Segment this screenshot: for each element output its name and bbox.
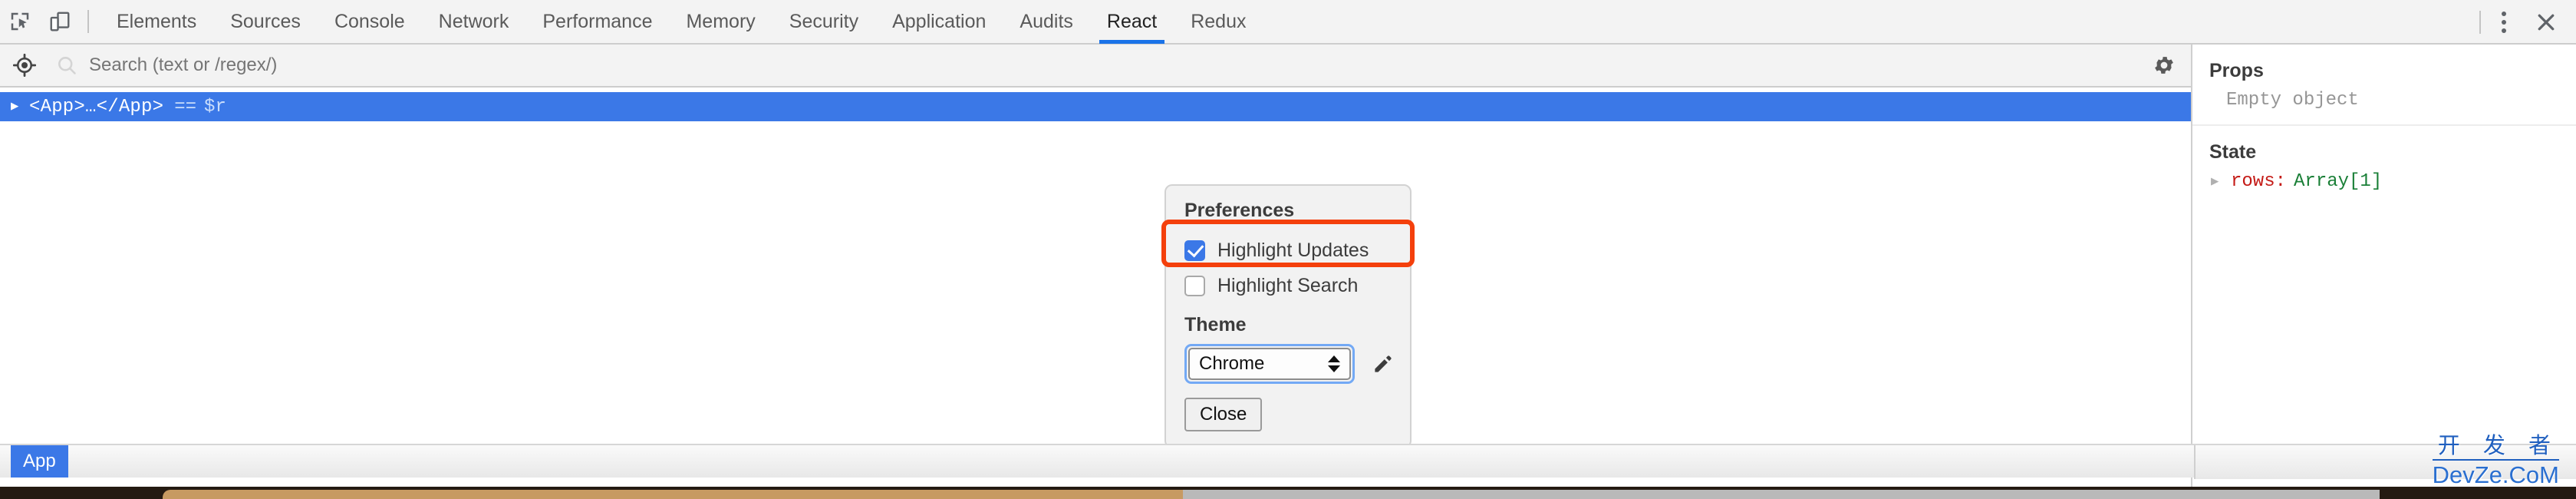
inspect-element-icon[interactable] bbox=[0, 3, 40, 40]
pref-highlight-updates-row[interactable]: Highlight Updates bbox=[1166, 233, 1410, 268]
toolbar-right-group bbox=[2472, 0, 2576, 45]
stepper-arrows-icon[interactable] bbox=[1328, 355, 1340, 372]
tab-react[interactable]: React bbox=[1090, 0, 1174, 44]
preferences-title: Preferences bbox=[1166, 200, 1410, 222]
tab-label: Network bbox=[439, 11, 509, 33]
search-toolbar bbox=[0, 45, 2191, 88]
theme-select-value: Chrome bbox=[1199, 353, 1264, 375]
tab-network[interactable]: Network bbox=[422, 0, 526, 44]
chevron-right-icon[interactable]: ▶ bbox=[11, 101, 29, 114]
tab-label: Elements bbox=[117, 11, 196, 33]
tab-elements[interactable]: Elements bbox=[100, 0, 213, 44]
preferences-close-button[interactable]: Close bbox=[1184, 398, 1262, 431]
props-title: Props bbox=[2209, 60, 2576, 82]
page-underlay-tan bbox=[163, 490, 1183, 499]
tab-label: Security bbox=[789, 11, 858, 33]
theme-select[interactable]: Chrome bbox=[1188, 348, 1351, 380]
devtools-window: Elements Sources Console Network Perform… bbox=[0, 0, 2576, 488]
search-input[interactable] bbox=[84, 55, 2137, 76]
tab-label: Redux bbox=[1191, 11, 1246, 33]
breadcrumb-bar: App bbox=[0, 444, 2576, 478]
highlight-search-checkbox[interactable] bbox=[1184, 276, 1205, 296]
tab-label: Application bbox=[892, 11, 986, 33]
highlight-search-label: Highlight Search bbox=[1217, 275, 1358, 297]
state-section: State ▶ rows: Array[1] bbox=[2192, 126, 2576, 206]
component-tree: ▶ <App>…</App> == $r bbox=[0, 88, 2191, 121]
panel-tabs: Elements Sources Console Network Perform… bbox=[100, 0, 1263, 44]
toolbar-divider-right bbox=[2479, 11, 2481, 34]
state-key: rows: bbox=[2231, 171, 2286, 192]
props-empty-text: Empty object bbox=[2209, 90, 2576, 111]
state-value: Array[1] bbox=[2294, 171, 2382, 192]
react-tree-pane: ▶ <App>…</App> == $r Preferences Highlig… bbox=[0, 45, 2192, 488]
crosshair-target-icon[interactable] bbox=[0, 54, 49, 77]
devtools-toolbar: Elements Sources Console Network Perform… bbox=[0, 0, 2576, 45]
pref-highlight-search-row[interactable]: Highlight Search bbox=[1166, 268, 1410, 303]
search-icon bbox=[49, 55, 84, 76]
state-row-rows[interactable]: ▶ rows: Array[1] bbox=[2209, 171, 2576, 192]
devtools-body: ▶ <App>…</App> == $r Preferences Highlig… bbox=[0, 45, 2576, 488]
tree-node-equals: == bbox=[174, 97, 196, 117]
tab-label: React bbox=[1107, 11, 1157, 33]
tab-label: Audits bbox=[1020, 11, 1072, 33]
state-title: State bbox=[2209, 141, 2576, 164]
toolbar-divider bbox=[87, 10, 89, 33]
preferences-popup: Preferences Highlight Updates Highlight … bbox=[1164, 184, 1412, 448]
highlight-updates-label: Highlight Updates bbox=[1217, 240, 1369, 262]
pencil-edit-icon[interactable] bbox=[1372, 352, 1395, 375]
tab-label: Console bbox=[334, 11, 405, 33]
preferences-close-label: Close bbox=[1200, 404, 1247, 425]
props-section: Props Empty object bbox=[2192, 45, 2576, 124]
tab-application[interactable]: Application bbox=[875, 0, 1003, 44]
tab-security[interactable]: Security bbox=[772, 0, 875, 44]
tab-label: Performance bbox=[542, 11, 652, 33]
breadcrumb-right-spacer bbox=[2194, 445, 2576, 479]
kebab-menu-icon[interactable] bbox=[2484, 4, 2524, 41]
breadcrumb-app[interactable]: App bbox=[11, 445, 68, 478]
tree-node-tag: <App>…</App> bbox=[29, 97, 163, 117]
page-underlay-grey bbox=[1183, 490, 2380, 499]
tab-performance[interactable]: Performance bbox=[525, 0, 669, 44]
highlight-updates-checkbox[interactable] bbox=[1184, 240, 1205, 261]
theme-row: Chrome bbox=[1166, 344, 1410, 384]
gear-icon[interactable] bbox=[2137, 44, 2191, 87]
chevron-right-icon[interactable]: ▶ bbox=[2211, 173, 2231, 190]
breadcrumb-label: App bbox=[23, 451, 56, 472]
close-icon[interactable] bbox=[2524, 4, 2568, 41]
tab-console[interactable]: Console bbox=[318, 0, 422, 44]
tab-memory[interactable]: Memory bbox=[669, 0, 772, 44]
tab-audits[interactable]: Audits bbox=[1003, 0, 1089, 44]
tab-label: Sources bbox=[230, 11, 301, 33]
tree-row-app[interactable]: ▶ <App>…</App> == $r bbox=[0, 92, 2191, 121]
inspector-pane: Props Empty object State ▶ rows: Array[1… bbox=[2192, 45, 2576, 488]
tab-redux[interactable]: Redux bbox=[1174, 0, 1263, 44]
tab-sources[interactable]: Sources bbox=[213, 0, 318, 44]
device-toolbar-icon[interactable] bbox=[40, 3, 80, 40]
tree-node-ref: $r bbox=[204, 97, 226, 117]
tab-label: Memory bbox=[686, 11, 755, 33]
theme-label: Theme bbox=[1166, 314, 1410, 336]
theme-select-focus-ring: Chrome bbox=[1184, 344, 1355, 384]
